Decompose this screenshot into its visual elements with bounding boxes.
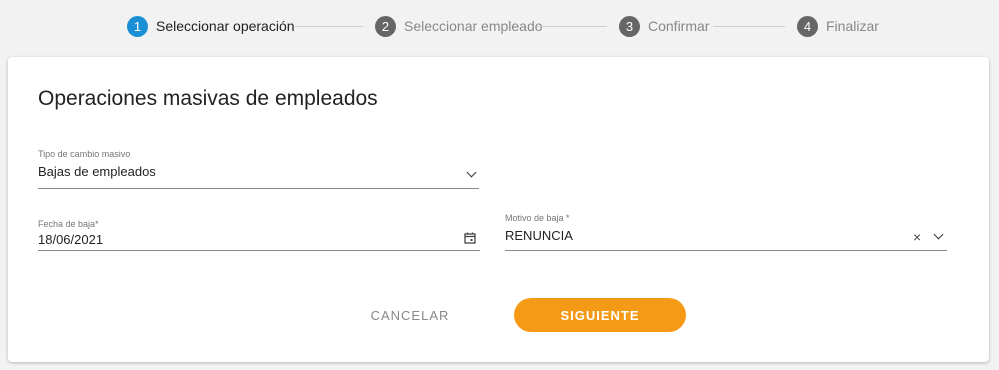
- step-label: Seleccionar operación: [156, 18, 295, 34]
- close-icon[interactable]: ×: [913, 230, 921, 244]
- step-confirmar[interactable]: 3 Confirmar: [619, 15, 709, 37]
- page-title: Operaciones masivas de empleados: [38, 87, 378, 110]
- fecha-baja-value: 18/06/2021: [38, 232, 104, 247]
- motivo-baja-value: RENUNCIA: [505, 228, 573, 243]
- cancel-button[interactable]: CANCELAR: [358, 298, 462, 332]
- chevron-down-icon[interactable]: [933, 229, 944, 240]
- tipo-cambio-label: Tipo de cambio masivo: [38, 149, 131, 159]
- motivo-baja-select[interactable]: Motivo de baja * RENUNCIA ×: [505, 209, 947, 251]
- fecha-baja-field[interactable]: Fecha de baja* 18/06/2021: [38, 215, 480, 251]
- step-number: 1: [127, 15, 148, 37]
- step-label: Seleccionar empleado: [404, 18, 543, 34]
- fecha-baja-label: Fecha de baja*: [38, 219, 99, 229]
- calendar-icon[interactable]: [464, 232, 476, 244]
- step-connector: [537, 26, 607, 27]
- next-button[interactable]: SIGUIENTE: [514, 298, 686, 332]
- operations-card: Operaciones masivas de empleados Tipo de…: [8, 57, 989, 362]
- chevron-down-icon[interactable]: [466, 167, 477, 178]
- step-connector: [295, 26, 363, 27]
- step-seleccionar-empleado[interactable]: 2 Seleccionar empleado: [375, 15, 543, 37]
- tipo-cambio-value: Bajas de empleados: [38, 164, 156, 179]
- step-label: Confirmar: [648, 18, 710, 34]
- step-label: Finalizar: [826, 18, 879, 34]
- step-number: 4: [797, 15, 818, 37]
- step-connector: [713, 26, 785, 27]
- step-seleccionar-operacion[interactable]: 1 Seleccionar operación: [127, 15, 295, 37]
- tipo-cambio-select[interactable]: Tipo de cambio masivo Bajas de empleados: [38, 145, 479, 189]
- motivo-baja-label: Motivo de baja *: [505, 213, 570, 223]
- stepper: 1 Seleccionar operación 2 Seleccionar em…: [0, 0, 999, 52]
- step-number: 3: [619, 15, 640, 37]
- step-number: 2: [375, 15, 396, 37]
- step-finalizar[interactable]: 4 Finalizar: [797, 15, 879, 37]
